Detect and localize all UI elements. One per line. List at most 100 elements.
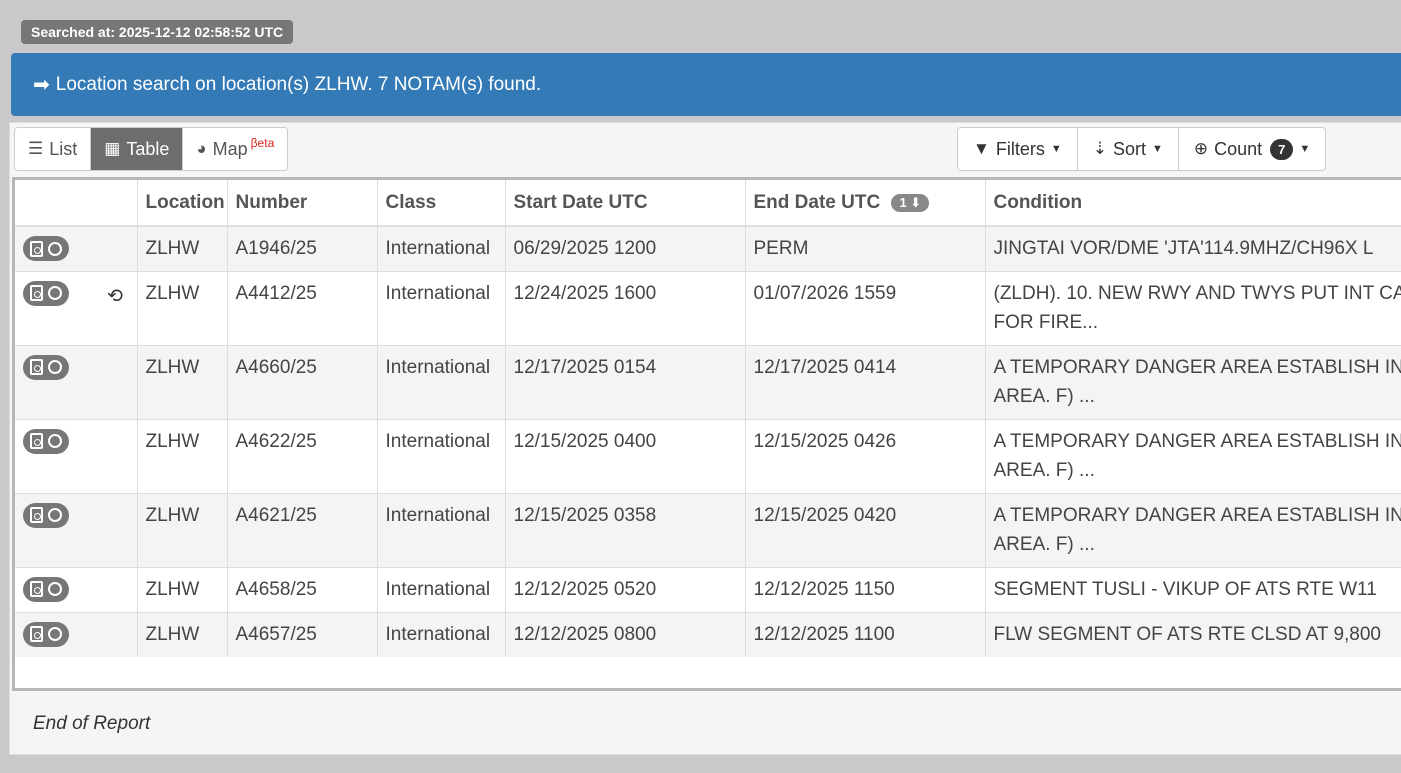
view-map-button[interactable]: ◕ Map βeta bbox=[183, 128, 288, 170]
sort-button[interactable]: ⇣ Sort ▼ bbox=[1078, 128, 1179, 170]
pdf-icon[interactable] bbox=[30, 433, 43, 449]
pdf-icon[interactable] bbox=[30, 626, 43, 642]
row-actions-pill[interactable] bbox=[23, 280, 69, 306]
end-date-cell: 12/15/2025 0426 bbox=[745, 418, 986, 493]
view-list-label: List bbox=[49, 138, 78, 159]
number-column-header[interactable]: Number bbox=[227, 180, 378, 227]
filters-label: Filters bbox=[995, 138, 1045, 159]
number-cell[interactable]: A4657/25 bbox=[227, 611, 378, 657]
start-date-cell: 12/15/2025 0400 bbox=[505, 418, 746, 493]
number-cell[interactable]: A4621/25 bbox=[227, 492, 378, 567]
location-cell: ZLHW bbox=[137, 611, 228, 657]
table-row[interactable]: ZLHW A4657/25 International 12/12/2025 0800… bbox=[15, 611, 1401, 657]
start-date-cell: 12/24/2025 1600 bbox=[505, 270, 746, 345]
table-row[interactable]: ⟲ ZLHW A4412/25 International 12/24/2025 160… bbox=[15, 270, 1401, 345]
view-table-label: Table bbox=[126, 138, 170, 159]
view-list-button[interactable]: ☰ List bbox=[15, 128, 92, 170]
row-actions-pill[interactable] bbox=[23, 354, 69, 380]
start-date-cell: 12/17/2025 0154 bbox=[505, 344, 746, 419]
row-actions-pill[interactable] bbox=[23, 502, 69, 528]
circle-icon[interactable] bbox=[48, 627, 62, 641]
notam-table-container[interactable]: Location Number Class Start Date UTC End… bbox=[12, 177, 1401, 691]
number-cell[interactable]: A1946/25 bbox=[227, 225, 378, 271]
row-actions-pill[interactable] bbox=[23, 621, 69, 647]
location-cell: ZLHW bbox=[137, 418, 228, 493]
caret-down-icon: ▼ bbox=[1151, 143, 1163, 155]
history-icon[interactable]: ⟲ bbox=[107, 282, 123, 311]
number-cell[interactable]: A4412/25 bbox=[227, 270, 378, 345]
filter-icon: ▼ bbox=[973, 139, 990, 158]
location-cell: ZLHW bbox=[137, 225, 228, 271]
class-cell: International bbox=[377, 418, 506, 493]
class-cell: International bbox=[377, 611, 506, 657]
caret-down-icon: ▼ bbox=[1050, 143, 1062, 155]
table-icon: ▦ bbox=[104, 139, 121, 158]
caret-down-icon: ▼ bbox=[1299, 143, 1311, 155]
count-value-badge: 7 bbox=[1270, 138, 1294, 160]
pdf-icon[interactable] bbox=[30, 507, 43, 523]
table-row[interactable]: ZLHW A4658/25 International 12/12/2025 0520… bbox=[15, 566, 1401, 612]
table-header-row: Location Number Class Start Date UTC End… bbox=[15, 180, 1401, 227]
actions-column-header bbox=[15, 180, 138, 227]
circle-icon[interactable] bbox=[48, 582, 62, 596]
table-row[interactable]: ZLHW A4660/25 International 12/17/2025 0154… bbox=[15, 344, 1401, 419]
view-map-label: Map bbox=[212, 138, 248, 159]
globe-icon: ◕ bbox=[196, 139, 207, 158]
end-date-cell: 12/12/2025 1150 bbox=[745, 566, 986, 612]
circle-icon[interactable] bbox=[48, 286, 62, 300]
class-column-header[interactable]: Class bbox=[377, 180, 506, 227]
condition-cell: A TEMPORARY DANGER AREA ESTABLISH INTO T… bbox=[985, 418, 1401, 493]
row-actions-cell bbox=[15, 611, 138, 657]
row-actions-pill[interactable] bbox=[23, 428, 69, 454]
location-cell: ZLHW bbox=[137, 566, 228, 612]
pdf-icon[interactable] bbox=[30, 240, 43, 257]
end-date-cell: 01/07/2026 1559 bbox=[745, 270, 986, 345]
condition-cell: A TEMPORARY DANGER AREA ESTABLISH INTO T… bbox=[985, 344, 1401, 419]
pdf-icon[interactable] bbox=[30, 581, 43, 597]
class-cell: International bbox=[377, 225, 506, 271]
view-table-button[interactable]: ▦ Table bbox=[91, 128, 184, 170]
condition-column-header[interactable]: Condition bbox=[985, 180, 1401, 227]
start-date-cell: 06/29/2025 1200 bbox=[505, 225, 746, 271]
location-column-header[interactable]: Location bbox=[137, 180, 228, 227]
location-cell: ZLHW bbox=[137, 344, 228, 419]
circle-icon[interactable] bbox=[48, 508, 62, 522]
start-date-cell: 12/12/2025 0520 bbox=[505, 566, 746, 612]
count-label: Count bbox=[1214, 138, 1263, 159]
end-date-column-header[interactable]: End Date UTC 1 ⬇ bbox=[745, 180, 986, 227]
sort-label: Sort bbox=[1112, 138, 1146, 159]
location-cell: ZLHW bbox=[137, 270, 228, 345]
circle-icon[interactable] bbox=[48, 434, 62, 448]
arrow-right-icon: ➡ bbox=[33, 74, 50, 96]
condition-cell: JINGTAI VOR/DME 'JTA'114.9MHZ/CH96X L bbox=[985, 225, 1401, 271]
class-cell: International bbox=[377, 344, 506, 419]
location-cell: ZLHW bbox=[137, 492, 228, 567]
table-row[interactable]: ZLHW A1946/25 International 06/29/2025 1200… bbox=[15, 225, 1401, 271]
end-date-column-label: End Date UTC bbox=[753, 191, 881, 213]
table-row[interactable]: ZLHW A4622/25 International 12/15/2025 0400… bbox=[15, 418, 1401, 493]
number-cell[interactable]: A4660/25 bbox=[227, 344, 378, 419]
table-tools-group: ▼ Filters ▼ ⇣ Sort ▼ ⊕ Count 7 ▼ bbox=[957, 127, 1327, 171]
end-of-report: End of Report bbox=[33, 713, 151, 734]
class-cell: International bbox=[377, 270, 506, 345]
count-button[interactable]: ⊕ Count 7 ▼ bbox=[1179, 128, 1325, 170]
number-cell[interactable]: A4622/25 bbox=[227, 418, 378, 493]
pdf-icon[interactable] bbox=[30, 285, 43, 301]
results-panel: ☰ List ▦ Table ◕ Map βeta ▼ Filters ▼ ⇣ … bbox=[9, 122, 1401, 755]
sort-order-badge: 1 ⬇ bbox=[891, 193, 930, 212]
condition-cell: A TEMPORARY DANGER AREA ESTABLISH INTO T… bbox=[985, 492, 1401, 567]
row-actions-cell bbox=[15, 418, 138, 493]
pdf-icon[interactable] bbox=[30, 359, 43, 375]
circle-icon[interactable] bbox=[48, 360, 62, 374]
results-summary-text: Location search on location(s) ZLHW. 7 N… bbox=[55, 73, 542, 95]
number-cell[interactable]: A4658/25 bbox=[227, 566, 378, 612]
row-actions-pill[interactable] bbox=[23, 576, 69, 602]
row-actions-pill[interactable] bbox=[23, 236, 69, 261]
end-date-cell: 12/17/2025 0414 bbox=[745, 344, 986, 419]
end-date-cell: 12/12/2025 1100 bbox=[745, 611, 986, 657]
filters-button[interactable]: ▼ Filters ▼ bbox=[958, 128, 1078, 170]
row-actions-cell bbox=[15, 344, 138, 419]
start-date-column-header[interactable]: Start Date UTC bbox=[505, 180, 746, 227]
circle-icon[interactable] bbox=[48, 241, 62, 256]
table-row[interactable]: ZLHW A4621/25 International 12/15/2025 0358… bbox=[15, 492, 1401, 567]
